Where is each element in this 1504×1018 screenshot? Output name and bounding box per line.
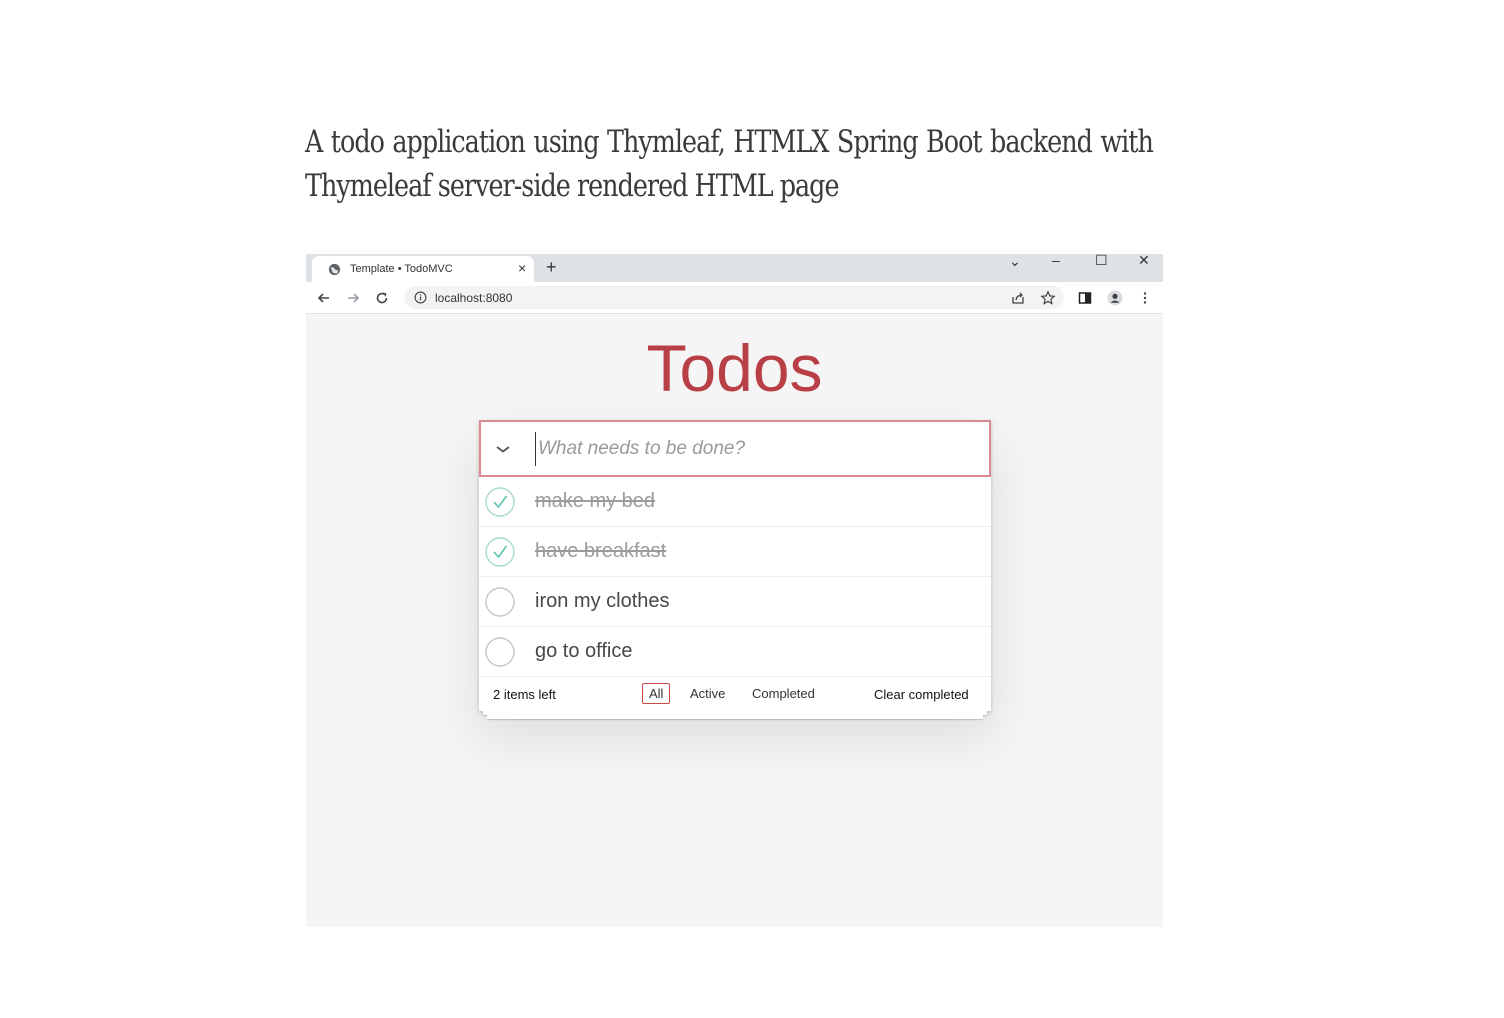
filter-all-button[interactable]: All bbox=[642, 683, 671, 704]
kebab-menu-icon[interactable] bbox=[1137, 290, 1153, 306]
todo-footer: 2 items left All Active Completed Clear … bbox=[479, 677, 991, 711]
todo-label[interactable]: make my bed bbox=[535, 490, 655, 513]
tab-search-icon[interactable]: ⌄ bbox=[1009, 254, 1021, 268]
share-icon[interactable] bbox=[1010, 290, 1026, 306]
tab-bar: Template • TodoMVC × + ⌄ – ☐ ✕ bbox=[306, 254, 1163, 284]
back-arrow-icon[interactable] bbox=[316, 290, 332, 306]
todo-label[interactable]: go to office bbox=[535, 640, 632, 663]
side-panel-icon[interactable] bbox=[1077, 290, 1093, 306]
url-text: localhost:8080 bbox=[435, 291, 513, 305]
close-window-icon[interactable]: ✕ bbox=[1138, 254, 1150, 267]
page-caption: A todo application using Thymleaf, HTMLX… bbox=[305, 124, 1154, 204]
profile-avatar-icon[interactable] bbox=[1107, 290, 1123, 306]
minimize-icon[interactable]: – bbox=[1052, 254, 1060, 267]
globe-icon bbox=[328, 263, 341, 276]
todo-app: make my bed have breakfast iron my cloth… bbox=[479, 420, 991, 719]
checked-circle-icon[interactable] bbox=[485, 537, 515, 567]
navigation-bar: localhost:8080 bbox=[306, 282, 1163, 314]
browser-tab[interactable]: Template • TodoMVC × bbox=[312, 256, 534, 284]
browser-window: Template • TodoMVC × + ⌄ – ☐ ✕ localhost… bbox=[306, 254, 1163, 927]
todo-list: make my bed have breakfast iron my cloth… bbox=[479, 477, 991, 677]
maximize-icon[interactable]: ☐ bbox=[1095, 254, 1108, 267]
todo-header bbox=[479, 420, 991, 477]
unchecked-circle-icon[interactable] bbox=[485, 587, 515, 617]
app-title: Todos bbox=[646, 331, 823, 405]
todo-item: make my bed bbox=[479, 477, 991, 527]
site-info-icon[interactable] bbox=[414, 291, 427, 304]
filter-completed-button[interactable]: Completed bbox=[745, 683, 822, 704]
filter-active-button[interactable]: Active bbox=[683, 683, 732, 704]
forward-arrow-icon[interactable] bbox=[345, 290, 361, 306]
toggle-all-chevron-icon[interactable] bbox=[493, 439, 513, 459]
todo-item: have breakfast bbox=[479, 527, 991, 577]
new-todo-input[interactable] bbox=[535, 432, 975, 466]
todo-item: iron my clothes bbox=[479, 577, 991, 627]
bookmark-star-icon[interactable] bbox=[1040, 290, 1056, 306]
unchecked-circle-icon[interactable] bbox=[485, 637, 515, 667]
stack-decoration bbox=[487, 715, 983, 719]
clear-completed-button[interactable]: Clear completed bbox=[874, 687, 969, 702]
todo-item: go to office bbox=[479, 627, 991, 677]
todo-label[interactable]: have breakfast bbox=[535, 540, 666, 563]
address-bar[interactable]: localhost:8080 bbox=[404, 286, 1064, 309]
checked-circle-icon[interactable] bbox=[485, 487, 515, 517]
todo-label[interactable]: iron my clothes bbox=[535, 590, 670, 613]
new-tab-button[interactable]: + bbox=[546, 258, 557, 276]
tab-close-icon[interactable]: × bbox=[518, 261, 526, 275]
items-left-count: 2 items left bbox=[493, 687, 556, 702]
reload-icon[interactable] bbox=[374, 290, 390, 306]
tab-title: Template • TodoMVC bbox=[350, 263, 453, 275]
